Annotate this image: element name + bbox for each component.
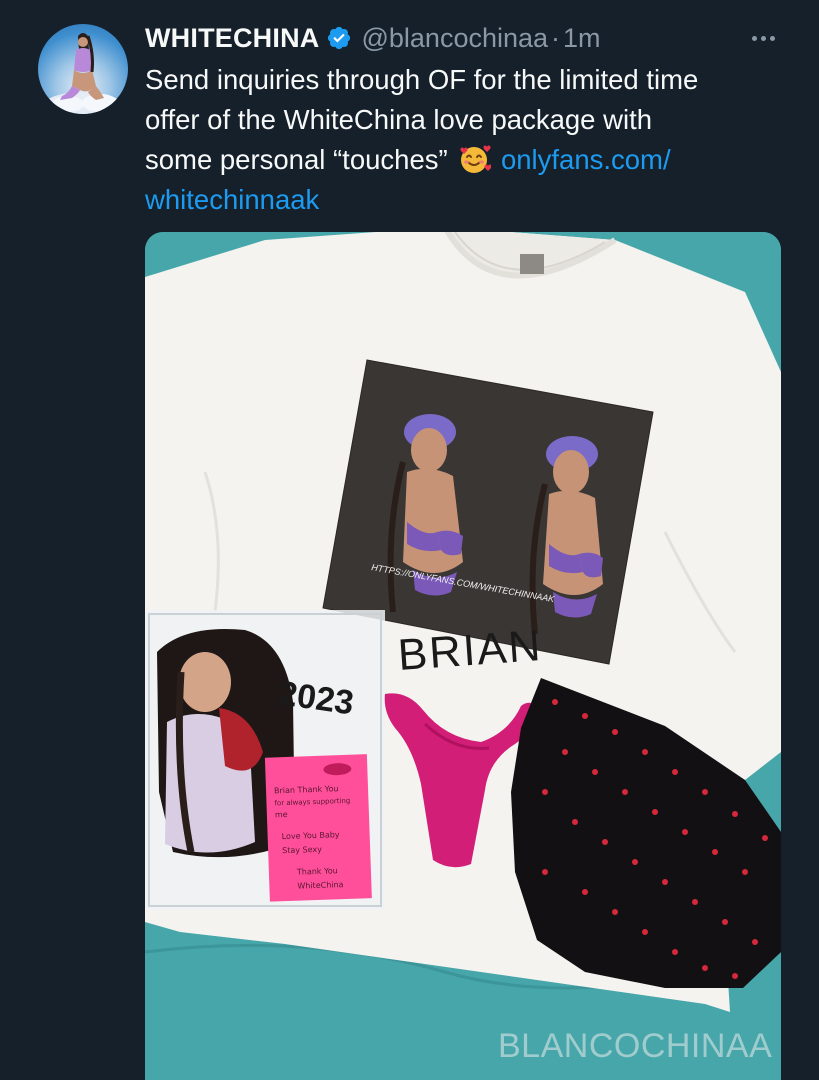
- more-horizontal-icon[interactable]: [740, 22, 786, 54]
- handle[interactable]: @blancochinaa: [361, 23, 548, 54]
- verified-badge-icon[interactable]: [326, 25, 352, 51]
- onlyfans-link[interactable]: onlyfans.com/: [501, 144, 671, 175]
- tweet-header: WHITECHINA @blancochinaa · 1m: [145, 20, 601, 56]
- note-line: me: [275, 810, 288, 819]
- note-line: Stay Sexy: [282, 845, 322, 855]
- pink-note: Brian Thank You for always supporting me…: [264, 754, 372, 902]
- display-name[interactable]: WHITECHINA: [145, 23, 319, 54]
- note-line: WhiteChina: [297, 880, 343, 891]
- tweet[interactable]: WHITECHINA @blancochinaa · 1m Send inqui…: [0, 0, 819, 1080]
- marker-name-text: BRIAN: [396, 621, 544, 680]
- separator-dot: ·: [551, 22, 561, 53]
- tweet-text-line: Send inquiries through OF for the limite…: [145, 64, 699, 95]
- timestamp[interactable]: 1m: [563, 23, 601, 54]
- photo-content: HTTPS://ONLYFANS.COM/WHITECHINNAAK BRIAN…: [145, 232, 781, 1080]
- tweet-text-line: some personal “touches”: [145, 144, 448, 175]
- onlyfans-link-continued[interactable]: whitechinnaak: [145, 184, 319, 215]
- avatar[interactable]: [38, 24, 128, 114]
- smiling-face-with-hearts-emoji: [457, 143, 492, 175]
- tweet-text-line: offer of the WhiteChina love package wit…: [145, 104, 653, 135]
- tweet-photo[interactable]: HTTPS://ONLYFANS.COM/WHITECHINNAAK BRIAN…: [145, 232, 781, 1080]
- photo-watermark: BLANCOCHINAA: [498, 1027, 773, 1065]
- tweet-text: Send inquiries through OF for the limite…: [145, 60, 785, 220]
- note-line: Thank You: [296, 866, 338, 876]
